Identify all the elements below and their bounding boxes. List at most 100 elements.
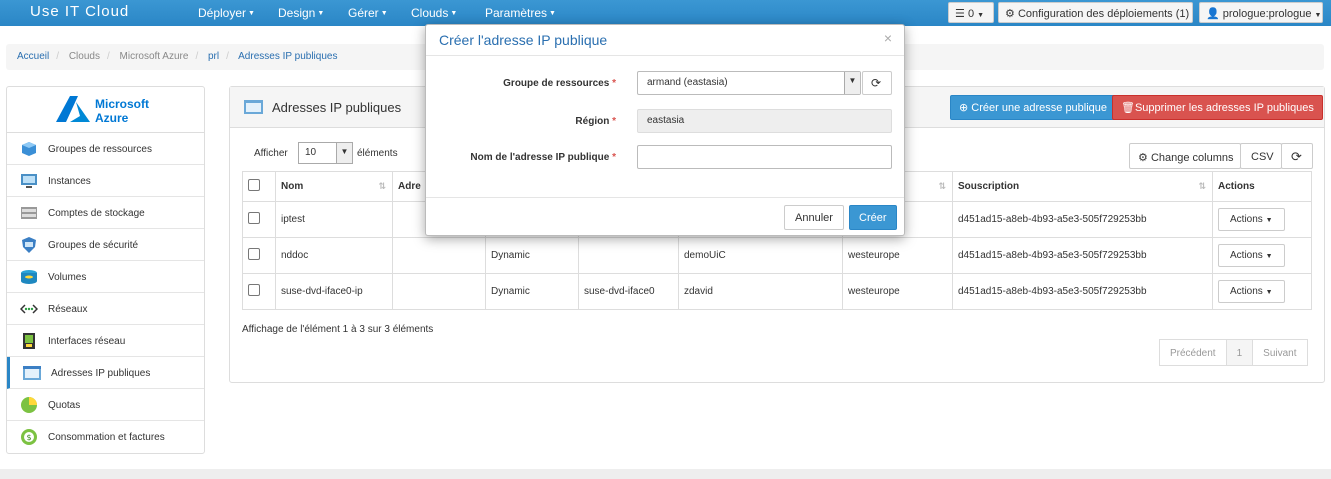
row-actions-button[interactable]: Actions ▼: [1218, 280, 1285, 303]
column-header-souscription[interactable]: Souscription ⇅: [952, 171, 1213, 202]
row-checkbox[interactable]: [248, 248, 260, 260]
deploy-config-button[interactable]: ⚙ Configuration des déploiements (1): [998, 2, 1193, 23]
csv-button[interactable]: CSV: [1240, 143, 1282, 169]
cell-type: Dynamic: [485, 237, 579, 274]
sidebar-item-network-interfaces[interactable]: Interfaces réseau: [7, 325, 204, 357]
close-icon[interactable]: ×: [884, 30, 892, 46]
breadcrumb-accueil[interactable]: Accueil: [17, 51, 49, 62]
breadcrumb-azure: Microsoft Azure: [119, 51, 189, 62]
notifications-button[interactable]: ☰ 0 ▼: [948, 2, 994, 23]
cube-icon: [22, 142, 36, 156]
resource-group-value: armand (eastasia): [647, 77, 728, 88]
change-columns-button[interactable]: ⚙ Change columns: [1129, 143, 1241, 169]
sidebar-item-label: Interfaces réseau: [48, 336, 126, 347]
cell-nom: iptest: [275, 201, 393, 238]
menu-deployer-label: Déployer: [198, 6, 247, 20]
sidebar-item-instances[interactable]: Instances: [7, 165, 204, 197]
breadcrumb-prl[interactable]: prl: [208, 51, 219, 62]
menu-clouds[interactable]: Clouds ▼: [411, 6, 457, 20]
menu-design-label: Design: [278, 6, 316, 20]
region-field: eastasia: [637, 109, 892, 133]
sidebar-item-label: Instances: [48, 176, 91, 187]
user-menu-button[interactable]: 👤 prologue:prologue ▼: [1199, 2, 1323, 23]
notifications-count: 0: [967, 8, 975, 20]
select-all-cell: [242, 171, 276, 202]
sidebar-item-resource-groups[interactable]: Groupes de ressources: [7, 133, 204, 165]
csv-label: CSV: [1251, 151, 1274, 163]
cell-groupe: zdavid: [678, 273, 843, 310]
cell-nom: suse-dvd-iface0-ip: [275, 273, 393, 310]
row-checkbox[interactable]: [248, 284, 260, 296]
cell-actions: Actions ▼: [1212, 273, 1312, 310]
create-public-ip-button[interactable]: ⊕ Créer une adresse publique: [950, 95, 1117, 120]
caret-down-icon: ▼: [450, 10, 458, 18]
row-actions-label: Actions: [1230, 214, 1263, 225]
network-icon: [20, 304, 38, 314]
change-columns-label: Change columns: [1150, 152, 1234, 164]
ip-name-input[interactable]: [637, 145, 892, 169]
svg-text:$: $: [26, 433, 31, 442]
sidebar-item-label: Groupes de sécurité: [48, 240, 139, 251]
list-icon: ☰: [955, 8, 965, 20]
sidebar-item-security-groups[interactable]: Groupes de sécurité: [7, 229, 204, 261]
pagination-previous[interactable]: Précédent: [1159, 339, 1227, 366]
delete-public-ips-button[interactable]: 🗑Supprimer les adresses IP publiques: [1112, 95, 1323, 120]
caret-down-icon: ▼: [380, 10, 388, 18]
row-select-cell: [242, 201, 276, 238]
breadcrumb-current[interactable]: Adresses IP publiques: [238, 51, 337, 62]
row-actions-button[interactable]: Actions ▼: [1218, 208, 1285, 231]
select-all-checkbox[interactable]: [248, 179, 260, 191]
caret-down-icon: ▼: [1265, 217, 1273, 224]
menu-gerer[interactable]: Gérer ▼: [348, 6, 388, 20]
menu-deployer[interactable]: Déployer ▼: [198, 6, 255, 20]
brand-logo[interactable]: Use IT Cloud: [30, 3, 129, 20]
create-label: Créer: [859, 212, 887, 224]
plus-circle-icon: ⊕: [959, 102, 969, 114]
page-size-value: 10: [305, 147, 317, 158]
logo-text-line2: Azure: [95, 111, 129, 125]
row-checkbox[interactable]: [248, 212, 260, 224]
menu-parametres[interactable]: Paramètres ▼: [485, 6, 556, 20]
menu-gerer-label: Gérer: [348, 6, 379, 20]
column-header-actions: Actions: [1212, 171, 1312, 202]
billing-icon: $: [21, 429, 37, 445]
panel-title: Adresses IP publiques: [272, 100, 402, 115]
resource-group-label-text: Groupe de ressources: [503, 78, 610, 89]
resource-group-select[interactable]: armand (eastasia) ▼: [637, 71, 861, 95]
page-size-select[interactable]: 10 ▼: [298, 142, 353, 164]
table-row: suse-dvd-iface0-ip Dynamic suse-dvd-ifac…: [242, 273, 1312, 310]
sidebar-item-volumes[interactable]: Volumes: [7, 261, 204, 293]
required-marker: *: [612, 116, 616, 127]
create-public-ip-label: Créer une adresse publique: [971, 102, 1108, 114]
cell-interface: suse-dvd-iface0: [578, 273, 679, 310]
modal-footer: Annuler Créer: [426, 197, 904, 237]
resource-group-refresh-button[interactable]: ⟳: [862, 71, 892, 95]
cell-type: Dynamic: [485, 273, 579, 310]
user-icon: 👤: [1206, 8, 1220, 20]
sidebar-item-networks[interactable]: Réseaux: [7, 293, 204, 325]
required-marker: *: [612, 152, 616, 163]
pie-icon: [21, 397, 37, 413]
pagination-next[interactable]: Suivant: [1252, 339, 1308, 366]
sidebar-item-billing[interactable]: $ Consommation et factures: [7, 421, 204, 453]
sidebar-item-quotas[interactable]: Quotas: [7, 389, 204, 421]
create-button[interactable]: Créer: [849, 205, 897, 230]
cell-region: westeurope: [842, 237, 953, 274]
cell-souscription: d451ad15-a8eb-4b93-a5e3-505f729253bb: [952, 237, 1213, 274]
caret-down-icon: ▼: [248, 10, 255, 18]
menu-design[interactable]: Design ▼: [278, 6, 324, 20]
sidebar-item-storage[interactable]: Comptes de stockage: [7, 197, 204, 229]
pagination-page-1[interactable]: 1: [1225, 339, 1254, 366]
cancel-button[interactable]: Annuler: [784, 205, 844, 230]
delete-public-ips-label: Supprimer les adresses IP publiques: [1134, 102, 1314, 114]
region-label: Région *: [446, 116, 616, 127]
microsoft-azure-logo: Microsoft Azure: [7, 87, 204, 133]
row-actions-button[interactable]: Actions ▼: [1218, 244, 1285, 267]
breadcrumb-separator: /: [56, 51, 60, 62]
refresh-button[interactable]: ⟳: [1281, 143, 1313, 169]
column-header-nom[interactable]: Nom ⇅: [275, 171, 393, 202]
sidebar-item-public-ips[interactable]: Adresses IP publiques: [7, 357, 204, 389]
column-header-label: Actions: [1218, 181, 1255, 192]
sidebar: Microsoft Azure Groupes de ressources In…: [6, 86, 205, 454]
gear-icon: ⚙: [1005, 8, 1015, 20]
